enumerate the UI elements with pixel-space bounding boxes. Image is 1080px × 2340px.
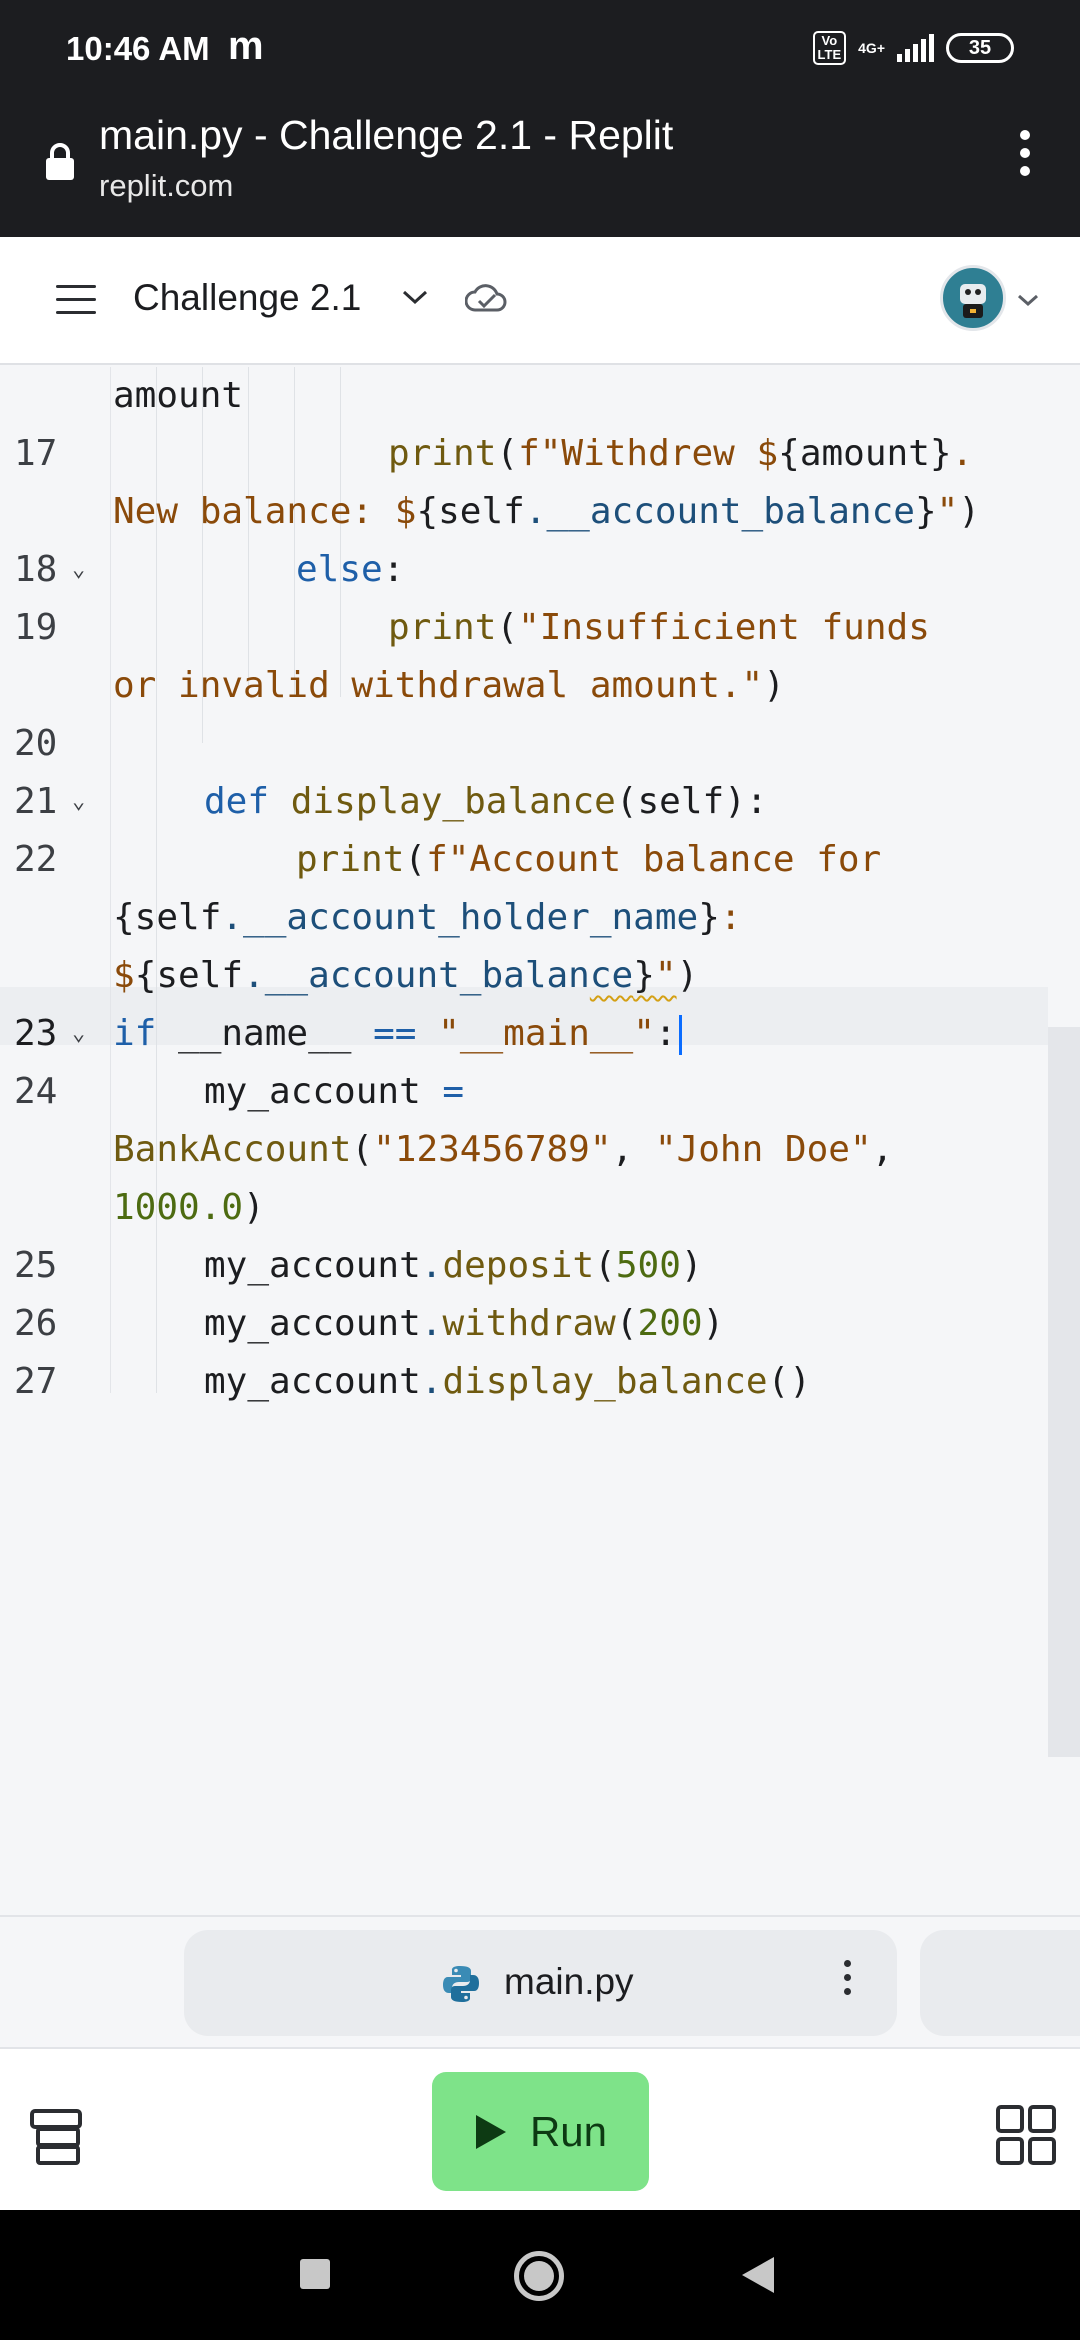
recents-icon[interactable] xyxy=(300,2259,330,2289)
app-header: Challenge 2.1 xyxy=(0,237,1080,365)
system-nav-bar xyxy=(0,2210,1080,2340)
code-text: ${self.__account_balance}") xyxy=(113,955,699,996)
line-number: 27 xyxy=(14,1361,58,1402)
browser-bar: main.py - Challenge 2.1 - Replit replit.… xyxy=(0,100,1080,237)
run-button[interactable]: Run xyxy=(432,2072,649,2191)
code-text: 1000.0) xyxy=(113,1187,265,1228)
line-number: 19 xyxy=(14,607,58,648)
code-text: print("Insufficient funds xyxy=(388,607,930,648)
line-number: 20 xyxy=(14,723,58,764)
editor-scrollbar[interactable] xyxy=(1048,1027,1080,1757)
fold-chevron-icon[interactable]: ⌄ xyxy=(72,773,85,831)
fold-chevron-icon[interactable]: ⌄ xyxy=(72,1005,85,1063)
text-cursor xyxy=(678,1015,682,1055)
code-text: my_account.display_balance() xyxy=(204,1361,811,1402)
line-number: 21 xyxy=(14,781,58,822)
code-editor[interactable]: amount 17 print(f"Withdrew ${amount}. Ne… xyxy=(0,367,1080,1915)
python-icon xyxy=(443,1966,479,2002)
robot-avatar-icon xyxy=(960,284,986,318)
gutter-divider xyxy=(110,367,111,1393)
file-tab-next[interactable] xyxy=(920,1930,1080,2036)
saved-check-icon[interactable] xyxy=(465,282,507,318)
code-text: print(f"Withdrew ${amount}. xyxy=(388,433,974,474)
signal-icon xyxy=(897,34,934,62)
chevron-down-icon[interactable] xyxy=(400,287,430,307)
page-url[interactable]: replit.com xyxy=(99,168,233,204)
repl-name[interactable]: Challenge 2.1 xyxy=(133,277,361,319)
home-icon[interactable] xyxy=(514,2251,564,2301)
code-text: def display_balance(self): xyxy=(204,781,768,822)
run-label: Run xyxy=(529,2107,608,2155)
hamburger-menu-icon[interactable] xyxy=(56,285,96,315)
code-text: {self.__account_holder_name}: xyxy=(113,897,742,938)
line-number: 23 xyxy=(14,1013,58,1054)
play-icon xyxy=(475,2114,506,2149)
tools-layers-icon[interactable] xyxy=(28,2109,84,2165)
file-tab-label: main.py xyxy=(504,1961,634,2002)
status-indicators: Vo LTE 4G+ 35 xyxy=(812,30,1014,66)
code-text: New balance: ${self.__account_balance}") xyxy=(113,491,981,532)
status-time: 10:46 AM xyxy=(66,30,210,67)
file-tabs-bar: main.py xyxy=(0,1915,1080,2047)
code-text: or invalid withdrawal amount.") xyxy=(113,665,785,706)
code-text: my_account.withdraw(200) xyxy=(204,1303,725,1344)
code-text: else: xyxy=(296,549,405,590)
browser-menu-icon[interactable] xyxy=(1010,130,1040,190)
fold-chevron-icon[interactable]: ⌄ xyxy=(72,541,85,599)
line-number: 17 xyxy=(14,433,58,474)
code-text: if __name__ == "__main__": xyxy=(113,1005,682,1063)
back-icon[interactable] xyxy=(742,2257,774,2293)
bottom-toolbar: Run xyxy=(0,2047,1080,2210)
line-number: 22 xyxy=(14,839,58,880)
tab-options-icon[interactable] xyxy=(844,1960,854,2002)
code-text: amount xyxy=(113,375,244,416)
line-number: 18 xyxy=(14,549,58,590)
code-text: my_account.deposit(500) xyxy=(204,1245,703,1286)
file-tab-main-py[interactable]: main.py xyxy=(184,1930,897,2036)
code-text: print(f"Account balance for xyxy=(296,839,882,880)
line-number: 24 xyxy=(14,1071,58,1112)
account-chevron-icon[interactable] xyxy=(1016,292,1040,308)
status-bar: 10:46 AM m Vo LTE 4G+ 35 xyxy=(0,0,1080,100)
volte-icon: Vo LTE xyxy=(812,31,847,65)
page-title: main.py - Challenge 2.1 - Replit xyxy=(99,112,674,158)
lock-icon[interactable] xyxy=(44,142,76,180)
grid-panes-icon[interactable] xyxy=(996,2105,1056,2165)
battery-icon: 35 xyxy=(946,33,1014,63)
network-type: 4G+ xyxy=(858,40,885,56)
carrier-icon: m xyxy=(228,24,264,68)
code-text: BankAccount("123456789", "John Doe", xyxy=(113,1129,894,1170)
avatar[interactable] xyxy=(940,265,1006,331)
line-number: 25 xyxy=(14,1245,58,1286)
code-text: my_account = xyxy=(204,1071,465,1112)
line-number: 26 xyxy=(14,1303,58,1344)
